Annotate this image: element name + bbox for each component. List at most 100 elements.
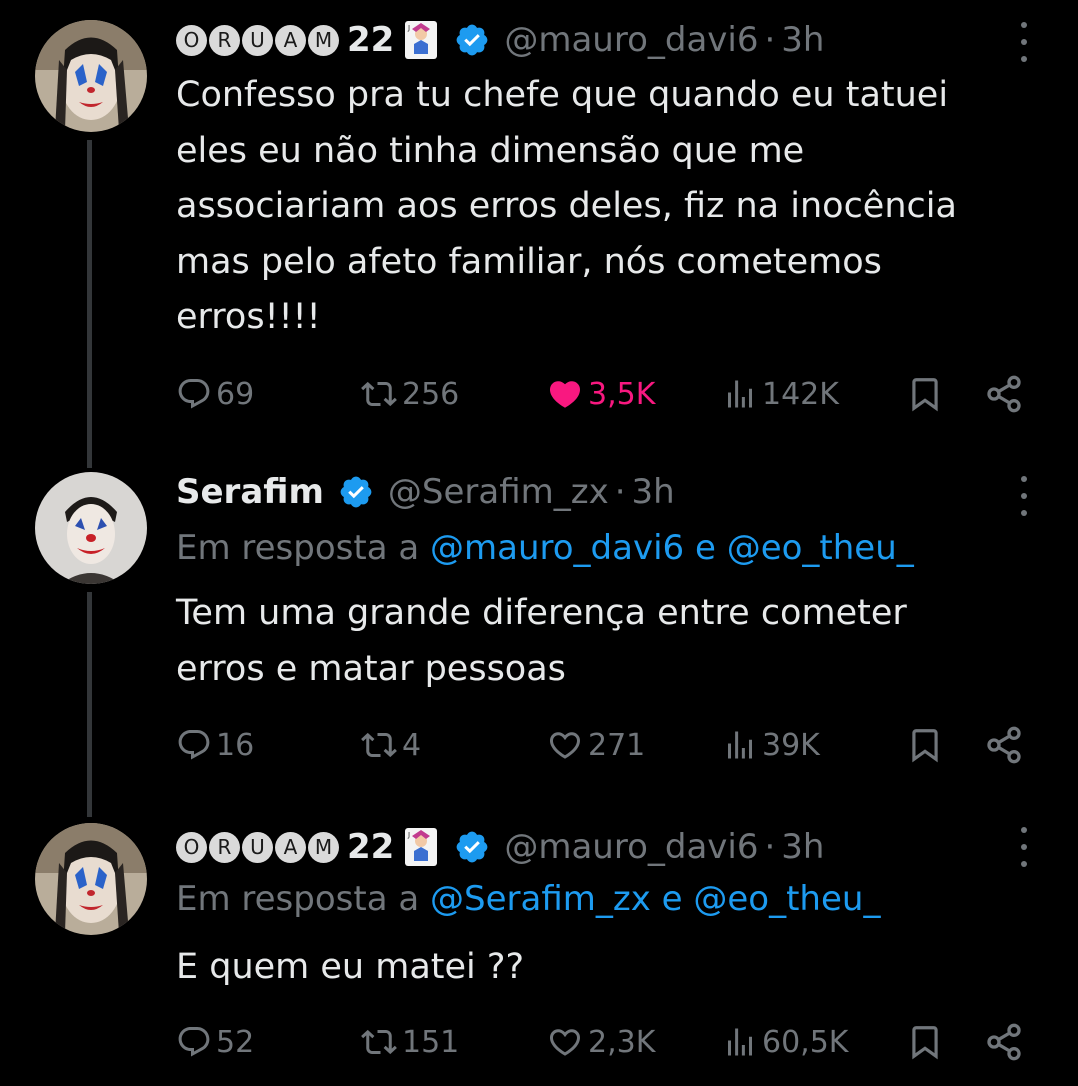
author-handle[interactable]: @Serafim_zx (388, 472, 609, 512)
avatar[interactable] (35, 823, 147, 935)
tweet-text-line: associariam aos erros deles, fiz na inoc… (176, 186, 957, 226)
reply-icon (178, 379, 210, 409)
views-count: 60,5K (762, 1024, 849, 1060)
bookmark-button[interactable] (906, 1022, 944, 1062)
tweet-text-line: mas pelo afeto familiar, nós cometemos (176, 241, 882, 282)
like-count: 271 (588, 727, 646, 763)
author-handle[interactable]: @mauro_davi6 (504, 20, 758, 60)
share-button[interactable] (984, 374, 1024, 414)
views-icon (728, 731, 752, 759)
share-button[interactable] (984, 1022, 1024, 1062)
author-handle[interactable]: @mauro_davi6 (504, 827, 758, 867)
reply-button[interactable]: 69 (176, 374, 254, 414)
thread-line (87, 460, 92, 468)
views-button[interactable]: 60,5K (722, 1022, 848, 1062)
share-icon (987, 375, 1021, 413)
reply-context: Em resposta a @Serafim_zx e @eo_theu_ (176, 879, 880, 919)
author-badge-letter[interactable]: A (275, 831, 306, 863)
avatar[interactable] (35, 472, 147, 584)
heart-icon (549, 381, 581, 408)
retweet-count: 151 (402, 1024, 460, 1060)
author-badge-letter[interactable]: O (176, 831, 207, 863)
verified-badge-icon[interactable] (454, 22, 490, 58)
retweet-icon (361, 732, 397, 758)
svg-text:J: J (407, 24, 410, 32)
avatar[interactable] (35, 20, 147, 132)
more-icon[interactable] (1012, 827, 1036, 867)
share-button[interactable] (984, 725, 1024, 765)
thread-line (87, 592, 92, 805)
tweet-time[interactable]: 3h (781, 20, 824, 60)
author-badge-letter[interactable]: O (176, 24, 207, 56)
tweet-text-line: erros!!!! (176, 297, 321, 337)
views-button[interactable]: 142K (722, 374, 839, 414)
author-badge-letter[interactable]: A (275, 24, 306, 56)
bookmark-icon (912, 1026, 938, 1060)
more-icon[interactable] (1012, 476, 1036, 516)
joker-card-emoji-icon: J (404, 20, 438, 60)
reply-icon (178, 730, 210, 760)
separator-dot: · (614, 472, 626, 512)
views-button[interactable]: 39K (722, 725, 820, 765)
reply-prefix: Em resposta a (176, 879, 420, 919)
reply-mention-link[interactable]: @Serafim_zx (430, 879, 651, 919)
bookmark-button[interactable] (906, 374, 944, 414)
like-count: 2,3K (588, 1024, 656, 1060)
like-button[interactable]: 271 (546, 725, 645, 765)
author-badge-letter[interactable]: R (209, 831, 240, 863)
tweet-1[interactable]: O R U A M 22 J @mauro_davi6 · 3h Confess… (0, 0, 1078, 460)
more-icon[interactable] (1012, 22, 1036, 62)
heart-icon (549, 1029, 581, 1056)
retweet-count: 256 (402, 376, 460, 412)
action-bar: 16 4 271 39K (176, 725, 1036, 765)
retweet-icon (361, 381, 397, 407)
action-bar: 69 256 3,5K 142K (176, 374, 1036, 414)
tweet-text-line: eles eu não tinha dimensão que me (176, 130, 805, 171)
tweet-text-line: erros e matar pessoas (176, 648, 566, 689)
author-badge-letter[interactable]: U (242, 831, 273, 863)
tweet-3[interactable]: O R U A M 22 J @mauro_davi6 · 3h Em resp… (0, 805, 1078, 1086)
like-button[interactable]: 3,5K (546, 374, 655, 414)
reply-mention-link[interactable]: @eo_theu_ (727, 528, 914, 568)
like-button[interactable]: 2,3K (546, 1022, 655, 1062)
tweet-text: E quem eu matei ?? (176, 940, 1056, 996)
reply-button[interactable]: 16 (176, 725, 254, 765)
tweet-text-line: Tem uma grande diferença entre cometer (176, 593, 907, 633)
reply-conjunction: e (694, 528, 716, 568)
reply-count: 69 (216, 376, 255, 412)
retweet-button[interactable]: 256 (360, 374, 459, 414)
separator-dot: · (764, 827, 776, 867)
views-count: 39K (762, 727, 820, 763)
tweet-time[interactable]: 3h (632, 472, 675, 512)
views-icon (728, 380, 752, 408)
bookmark-icon (912, 729, 938, 763)
tweet-time[interactable]: 3h (781, 827, 824, 867)
joker-card-emoji-icon: J (404, 827, 438, 867)
reply-button[interactable]: 52 (176, 1022, 254, 1062)
bookmark-button[interactable] (906, 725, 944, 765)
tweet-text-line: Confesso pra tu chefe que quando eu tatu… (176, 75, 949, 115)
retweet-button[interactable]: 151 (360, 1022, 459, 1062)
author-badge-letter[interactable]: U (242, 24, 273, 56)
reply-mention-link[interactable]: @mauro_davi6 (430, 528, 684, 568)
tweet-header: O R U A M 22 J @mauro_davi6 · 3h (176, 15, 824, 65)
bookmark-icon (912, 378, 938, 412)
author-name-suffix[interactable]: 22 (347, 827, 394, 867)
author-badge-letter[interactable]: M (308, 831, 339, 863)
retweet-button[interactable]: 4 (360, 725, 421, 765)
author-badge-letter[interactable]: R (209, 24, 240, 56)
thread-line (87, 805, 92, 817)
author-name[interactable]: Serafim (176, 472, 324, 512)
author-name-suffix[interactable]: 22 (347, 20, 394, 60)
verified-badge-icon[interactable] (338, 474, 374, 510)
tweet-header: O R U A M 22 J @mauro_davi6 · 3h (176, 822, 824, 872)
retweet-count: 4 (402, 727, 422, 763)
reply-mention-link[interactable]: @eo_theu_ (693, 879, 880, 919)
svg-text:J: J (407, 831, 410, 839)
separator-dot: · (764, 20, 776, 60)
reply-icon (178, 1027, 210, 1057)
tweet-text: Tem uma grande diferença entre cometer e… (176, 586, 1056, 697)
author-badge-letter[interactable]: M (308, 24, 339, 56)
tweet-2[interactable]: Serafim @Serafim_zx · 3h Em resposta a @… (0, 460, 1078, 805)
verified-badge-icon[interactable] (454, 829, 490, 865)
